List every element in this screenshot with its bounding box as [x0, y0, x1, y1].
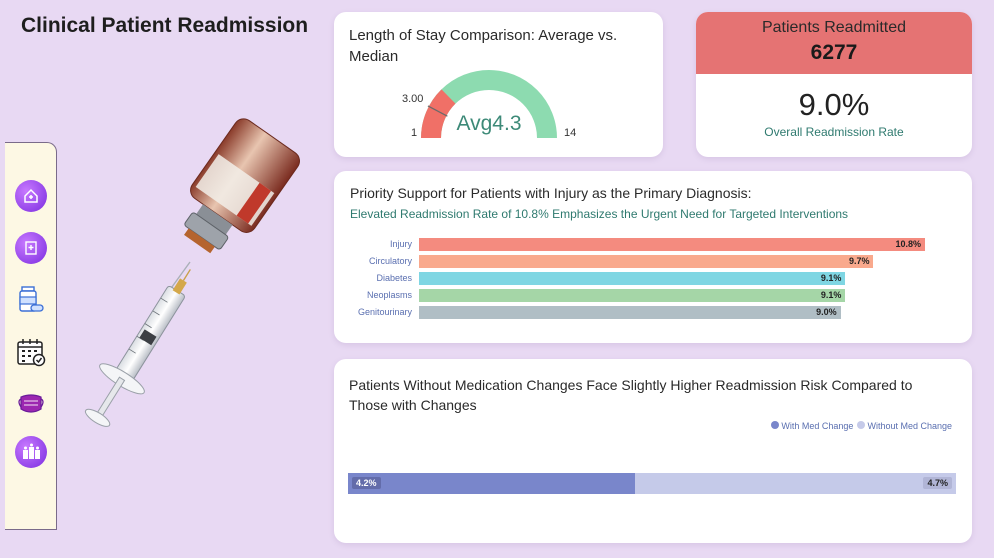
diagnosis-bar-card: Priority Support for Patients with Injur…: [334, 171, 972, 343]
bar-value-label: 9.1%: [820, 273, 842, 283]
bar-row[interactable]: Diabetes 9.1%: [334, 272, 972, 285]
gauge-min-label: 1: [411, 127, 418, 139]
bar-value-label: 10.8%: [895, 239, 921, 249]
kpi-header: Patients Readmitted 6277: [696, 12, 972, 74]
diagnosis-subtitle: Elevated Readmission Rate of 10.8% Empha…: [350, 207, 849, 221]
bar[interactable]: 9.1%: [419, 272, 846, 285]
los-gauge-card: Length of Stay Comparison: Average vs. M…: [334, 12, 663, 157]
medication-card: Patients Without Medication Changes Face…: [334, 359, 972, 543]
bar-category-label: Injury: [389, 239, 412, 249]
diagnosis-title: Priority Support for Patients with Injur…: [350, 185, 752, 201]
readmission-kpi-card: Patients Readmitted 6277 9.0% Overall Re…: [696, 12, 972, 157]
kpi-rate-label: Overall Readmission Rate: [764, 125, 904, 139]
gauge-title: Length of Stay Comparison: Average vs. M…: [349, 27, 618, 65]
bar-row[interactable]: Circulatory 9.7%: [334, 255, 972, 268]
kpi-header-value: 6277: [810, 41, 858, 64]
face-mask-icon[interactable]: [14, 387, 48, 421]
medication-legend: With Med Change Without Med Change: [771, 421, 952, 431]
bar-category-label: Genitourinary: [357, 307, 412, 317]
kpi-rate-value: 9.0%: [798, 87, 870, 122]
bar-value-label: 9.0%: [816, 307, 837, 317]
bar-value-label: 9.1%: [820, 290, 842, 300]
kpi-header-label: Patients Readmitted: [761, 19, 907, 36]
bar-category-label: Diabetes: [376, 273, 412, 283]
gauge-median-label: 3.00: [402, 93, 424, 105]
bar[interactable]: 9.0%: [419, 306, 841, 319]
bar-category-label: Neoplasms: [366, 290, 412, 300]
medication-icon[interactable]: [14, 283, 48, 317]
stacked-segment[interactable]: 4.2%: [348, 473, 635, 494]
gauge-max-label: 14: [564, 127, 577, 139]
bar-category-label: Circulatory: [368, 256, 412, 266]
bar[interactable]: 9.1%: [419, 289, 846, 302]
medication-stacked-bar: 4.2% 4.7%: [348, 473, 956, 494]
medication-title: Patients Without Medication Changes Face…: [349, 377, 913, 413]
bar-row[interactable]: Neoplasms 9.1%: [334, 289, 972, 302]
bar-row[interactable]: Injury 10.8%: [334, 238, 972, 251]
legend-item-with-change[interactable]: With Med Change: [771, 421, 853, 431]
bar-value-label: 9.7%: [848, 256, 870, 266]
stacked-segment[interactable]: 4.7%: [634, 473, 956, 494]
page-title: Clinical Patient Readmission: [21, 14, 309, 37]
medical-chart-icon[interactable]: [14, 231, 48, 265]
segment-value-label: 4.7%: [923, 477, 952, 489]
hospital-icon[interactable]: [14, 179, 48, 213]
patient-bottles-icon[interactable]: [14, 435, 48, 469]
bar[interactable]: 9.7%: [419, 255, 874, 268]
syringe-vial-illustration: [84, 118, 300, 427]
segment-value-label: 4.2%: [352, 477, 381, 489]
legend-item-without-change[interactable]: Without Med Change: [857, 421, 952, 431]
bar[interactable]: 10.8%: [419, 238, 925, 251]
bar-row[interactable]: Genitourinary 9.0%: [334, 306, 972, 319]
calendar-icon[interactable]: [14, 335, 48, 369]
gauge-center-label: Avg4.3: [456, 112, 522, 135]
sidebar: [5, 142, 57, 530]
